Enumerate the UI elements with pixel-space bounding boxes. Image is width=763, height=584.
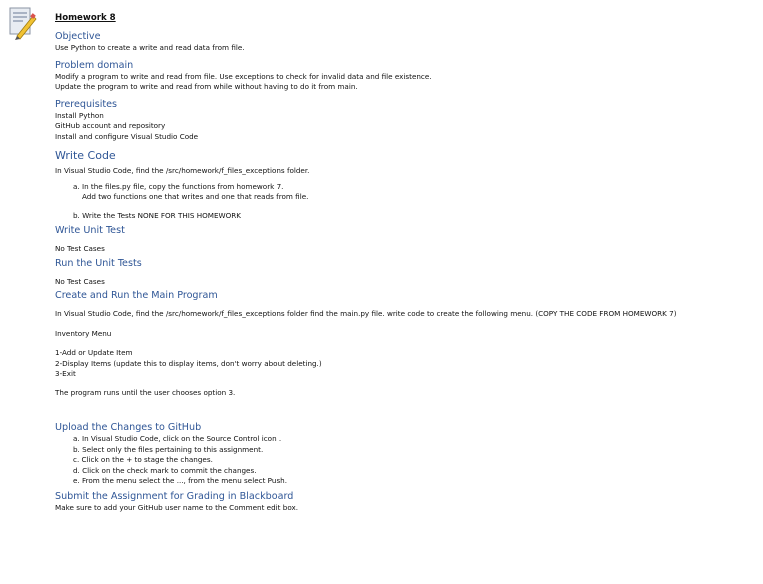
write-code-step-a: a. In the files.py file, copy the functi… <box>73 181 284 191</box>
main-program-intro: In Visual Studio Code, find the /src/hom… <box>55 309 677 318</box>
menu-item: 1-Add or Update Item <box>55 348 133 357</box>
run-unit-tests-text: No Test Cases <box>55 276 105 286</box>
upload-step: a. In Visual Studio Code, click on the S… <box>73 434 282 443</box>
main-program-heading: Create and Run the Main Program <box>55 290 218 301</box>
assignment-content: Homework 8 Objective Use Python to creat… <box>55 12 755 513</box>
write-code-step-b: b. Write the Tests NONE FOR THIS HOMEWOR… <box>73 210 241 220</box>
upload-step: e. From the menu select the ..., from th… <box>73 476 288 485</box>
write-unit-test-text: No Test Cases <box>55 244 105 253</box>
objective-heading: Objective <box>55 31 101 42</box>
objective-text: Use Python to create a write and read da… <box>55 43 245 52</box>
prerequisite-item: Install Python <box>55 110 104 120</box>
write-unit-test-heading: Write Unit Test <box>55 225 125 236</box>
menu-title: Inventory Menu <box>55 328 112 338</box>
write-code-heading: Write Code <box>55 149 116 162</box>
program-footer-text: The program runs until the user chooses … <box>55 387 236 397</box>
write-code-steps: a. In the files.py file, copy the functi… <box>55 182 755 222</box>
submit-heading: Submit the Assignment for Grading in Bla… <box>55 490 294 502</box>
assignment-document-icon <box>7 6 37 40</box>
problem-domain-line: Modify a program to write and read from … <box>55 71 432 81</box>
prerequisites-heading: Prerequisites <box>55 98 118 110</box>
page-title: Homework 8 <box>55 13 116 23</box>
submit-text: Make sure to add your GitHub user name t… <box>55 502 299 512</box>
problem-domain-line: Update the program to write and read fro… <box>55 82 358 91</box>
menu-item: 2-Display Items (update this to display … <box>55 358 322 368</box>
write-code-step-a-detail: Add two functions one that writes and on… <box>82 192 309 201</box>
upload-heading: Upload the Changes to GitHub <box>55 422 202 433</box>
prerequisite-item: GitHub account and repository <box>55 121 166 130</box>
problem-domain-heading: Problem domain <box>55 59 134 71</box>
prerequisite-item: Install and configure Visual Studio Code <box>55 131 199 141</box>
menu-item: 3-Exit <box>55 369 76 378</box>
write-code-intro: In Visual Studio Code, find the /src/hom… <box>55 166 310 175</box>
run-unit-tests-heading: Run the Unit Tests <box>55 257 142 269</box>
upload-step: d. Click on the check mark to commit the… <box>73 465 257 475</box>
upload-step: b. Select only the files pertaining to t… <box>73 444 264 454</box>
upload-steps: a. In Visual Studio Code, click on the S… <box>55 434 755 487</box>
upload-step: c. Click on the + to stage the changes. <box>73 455 213 464</box>
